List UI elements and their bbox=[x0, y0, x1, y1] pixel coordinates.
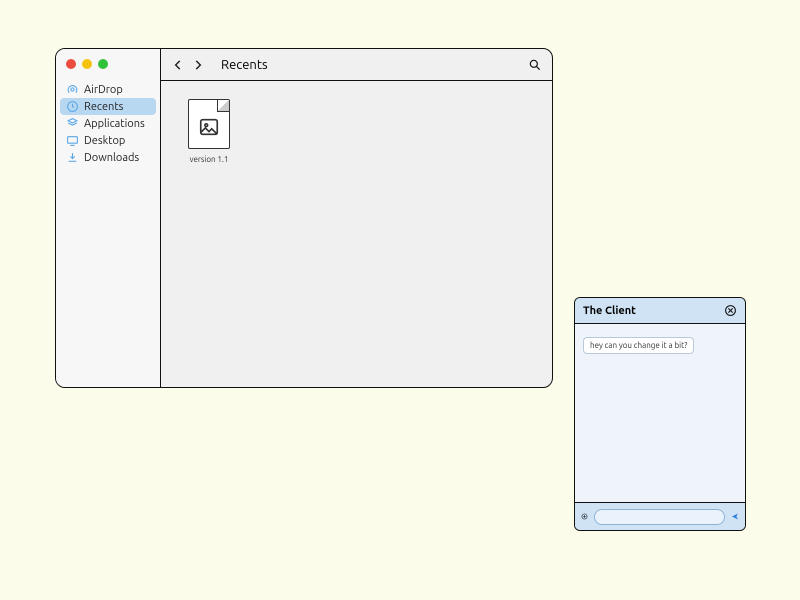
nav-arrows bbox=[171, 58, 205, 72]
send-icon[interactable] bbox=[731, 509, 739, 524]
nav-forward-button[interactable] bbox=[191, 58, 205, 72]
chat-input[interactable] bbox=[594, 509, 725, 525]
finder-main: Recents version 1.1 bbox=[161, 49, 552, 387]
sidebar-item-recents[interactable]: Recents bbox=[60, 98, 156, 115]
file-label: version 1.1 bbox=[190, 155, 229, 164]
chat-message: hey can you change it a bit? bbox=[583, 337, 694, 354]
sidebar-item-label: AirDrop bbox=[84, 84, 123, 96]
sidebar-item-label: Desktop bbox=[84, 135, 125, 147]
clock-icon bbox=[66, 100, 79, 113]
chat-body: hey can you change it a bit? bbox=[575, 324, 745, 502]
finder-sidebar: AirDrop Recents Applications Desktop bbox=[56, 49, 161, 387]
finder-content: version 1.1 bbox=[161, 81, 552, 387]
sidebar-item-applications[interactable]: Applications bbox=[60, 115, 156, 132]
nav-back-button[interactable] bbox=[171, 58, 185, 72]
toolbar-title: Recents bbox=[221, 58, 268, 72]
window-minimize-button[interactable] bbox=[82, 59, 92, 69]
file-thumbnail bbox=[188, 99, 230, 149]
sidebar-item-label: Recents bbox=[84, 101, 123, 113]
window-zoom-button[interactable] bbox=[98, 59, 108, 69]
close-icon[interactable] bbox=[724, 304, 737, 317]
chat-header: The Client bbox=[575, 298, 745, 324]
add-attachment-icon[interactable] bbox=[581, 510, 588, 523]
sidebar-item-airdrop[interactable]: AirDrop bbox=[60, 81, 156, 98]
desktop-icon bbox=[66, 134, 79, 147]
airdrop-icon bbox=[66, 83, 79, 96]
download-icon bbox=[66, 151, 79, 164]
image-file-icon bbox=[198, 116, 220, 138]
finder-toolbar: Recents bbox=[161, 49, 552, 81]
sidebar-list: AirDrop Recents Applications Desktop bbox=[56, 75, 160, 172]
finder-window: AirDrop Recents Applications Desktop bbox=[55, 48, 553, 388]
chat-window: The Client hey can you change it a bit? bbox=[574, 297, 746, 531]
file-item[interactable]: version 1.1 bbox=[179, 99, 239, 164]
sidebar-item-label: Applications bbox=[84, 118, 145, 130]
search-icon[interactable] bbox=[528, 58, 542, 72]
sidebar-item-desktop[interactable]: Desktop bbox=[60, 132, 156, 149]
window-traffic-lights bbox=[56, 49, 160, 75]
sidebar-item-label: Downloads bbox=[84, 152, 139, 164]
sidebar-item-downloads[interactable]: Downloads bbox=[60, 149, 156, 166]
window-close-button[interactable] bbox=[66, 59, 76, 69]
app-icon bbox=[66, 117, 79, 130]
chat-title: The Client bbox=[583, 305, 636, 317]
chat-input-row bbox=[575, 502, 745, 530]
